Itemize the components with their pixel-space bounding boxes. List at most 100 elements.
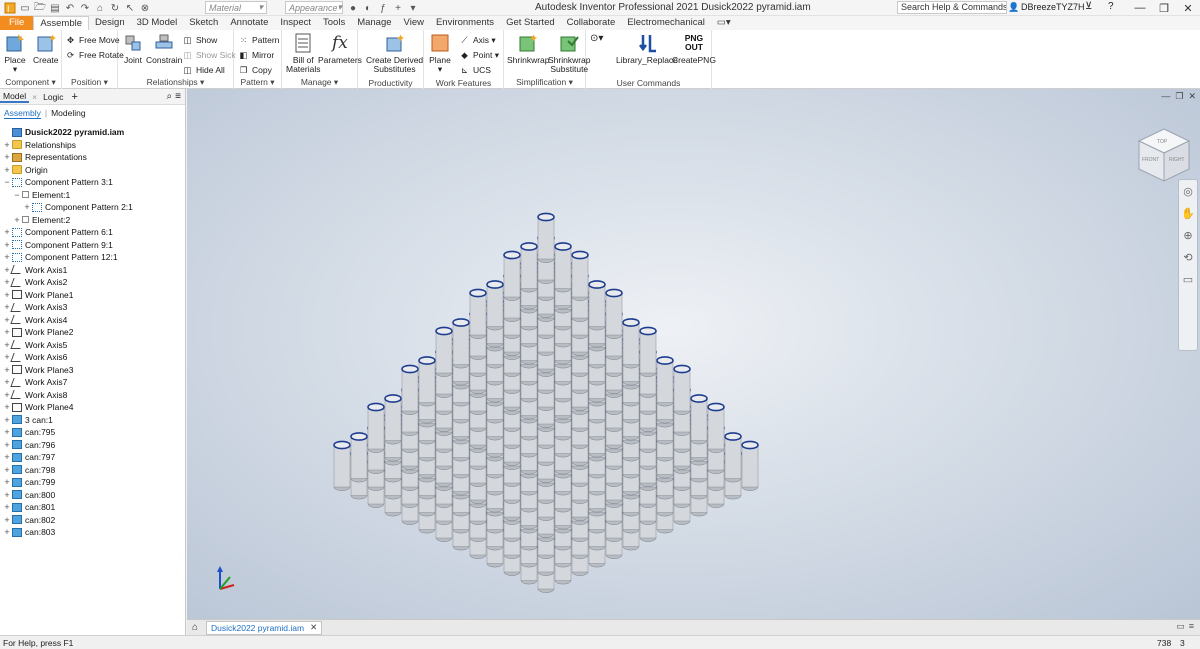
tab-electromechanical[interactable]: Electromechanical [621, 16, 711, 30]
bill-of-materials-button[interactable]: Bill of Materials [286, 32, 320, 74]
can-part[interactable] [571, 250, 589, 301]
tree-node[interactable]: + Work Axis6 [0, 351, 186, 364]
can-part[interactable] [520, 242, 538, 293]
tree-node[interactable]: + can:799 [0, 476, 186, 489]
expand-icon[interactable]: + [3, 415, 11, 425]
panel-title-relationships[interactable]: Relationships ▾ [118, 77, 233, 88]
tree-node[interactable]: + Work Axis7 [0, 376, 186, 389]
can-part[interactable] [622, 318, 640, 369]
tree-node[interactable]: + Work Axis4 [0, 314, 186, 327]
create-derived-substitutes-button[interactable]: ✦ Create Derived Substitutes [366, 32, 423, 74]
can-part[interactable] [350, 432, 368, 483]
tree-node[interactable]: + Work Plane3 [0, 364, 186, 377]
can-part[interactable] [707, 402, 725, 453]
tree-node[interactable]: + Origin [0, 164, 186, 177]
expand-icon[interactable]: + [3, 152, 11, 162]
tab-model[interactable]: Model [0, 91, 30, 103]
can-part[interactable] [673, 364, 691, 415]
show-button[interactable]: ◫ Show [182, 34, 217, 46]
show-sick-button[interactable]: ◫ Show Sick [182, 49, 235, 61]
create-png-button[interactable]: PNG OUT CreatePNG [672, 32, 716, 65]
place-button[interactable]: Place ▾ [4, 32, 26, 74]
panel-title-position[interactable]: Position ▾ [62, 77, 117, 88]
plus-icon[interactable]: + [391, 1, 405, 15]
expand-icon[interactable]: + [3, 402, 11, 412]
can-part[interactable] [537, 212, 555, 263]
expand-icon[interactable]: + [3, 290, 11, 300]
list-icon[interactable]: ≡ [1189, 621, 1194, 632]
graphics-viewport[interactable]: — ❐ ✕ TOP FRONT RIGHT ◎ ✋ ⊕ ⟲ ▭ [187, 89, 1200, 619]
pattern-button[interactable]: ⁙ Pattern [238, 34, 279, 46]
tree-node[interactable]: +3 can:1 [0, 414, 186, 427]
expand-icon[interactable]: + [3, 490, 11, 500]
expand-icon[interactable]: + [3, 227, 11, 237]
tree-node[interactable]: + Relationships [0, 139, 186, 152]
expand-icon[interactable]: + [3, 140, 11, 150]
cart-icon[interactable]: ⊻ [1085, 1, 1092, 12]
can-part[interactable] [418, 356, 436, 407]
tab-file[interactable]: File [0, 16, 34, 30]
tab-annotate[interactable]: Annotate [224, 16, 274, 30]
axis-button[interactable]: ⟋ Axis ▾ [459, 34, 496, 46]
tree-node[interactable]: + Work Axis2 [0, 276, 186, 289]
expand-icon[interactable]: + [3, 477, 11, 487]
search-icon[interactable]: ⌕ [167, 91, 173, 102]
tree-node[interactable]: + can:795 [0, 426, 186, 439]
save-icon[interactable]: ▤ [48, 1, 62, 15]
tree-node[interactable]: − Element:1 [0, 189, 186, 202]
tab-environments[interactable]: Environments [430, 16, 500, 30]
tree-node[interactable]: + Work Plane4 [0, 401, 186, 414]
expand-icon[interactable]: + [3, 327, 11, 337]
tab-assemble[interactable]: Assemble [33, 16, 90, 30]
appearance-combo[interactable]: Appearance ▾ [285, 1, 343, 14]
expand-icon[interactable]: + [3, 240, 11, 250]
shrinkwrap-substitute-button[interactable]: Shrinkwrap Substitute [548, 32, 591, 74]
fx-icon[interactable]: ƒ [376, 1, 390, 15]
zoom-icon[interactable]: ⊕ [1179, 224, 1197, 246]
undo-icon[interactable]: ↶ [63, 1, 77, 15]
create-button[interactable]: ✦ Create [33, 32, 59, 65]
material-combo[interactable]: Material ▾ [205, 1, 267, 14]
doc-tab[interactable]: Dusick2022 pyramid.iam ✕ [206, 620, 323, 635]
tab-manage[interactable]: Manage [351, 16, 397, 30]
panel-title-simplification[interactable]: Simplification ▾ [504, 77, 585, 88]
tree-node[interactable]: + can:801 [0, 501, 186, 514]
ribbon-options-icon[interactable]: ▭▾ [711, 16, 737, 30]
clear-appearance-icon[interactable]: ◐ [361, 1, 375, 15]
can-part[interactable] [639, 326, 657, 377]
copy-button[interactable]: ❐ Copy [238, 64, 272, 76]
panel-title-manage[interactable]: Manage ▾ [282, 77, 357, 88]
expand-icon[interactable]: + [3, 527, 11, 537]
can-part[interactable] [486, 280, 504, 331]
help-icon[interactable]: ? [1108, 1, 1114, 12]
can-part[interactable] [588, 280, 606, 331]
tree-node[interactable]: + can:798 [0, 464, 186, 477]
can-part[interactable] [656, 356, 674, 407]
expand-icon[interactable]: + [3, 440, 11, 450]
tile-icon[interactable]: ▭ [1176, 621, 1185, 632]
tree-node[interactable]: + can:797 [0, 451, 186, 464]
plane-button[interactable]: Plane ▾ [429, 32, 451, 74]
tab-logic[interactable]: Logic [40, 92, 66, 102]
can-part[interactable] [469, 288, 487, 339]
collapse-icon[interactable]: − [13, 190, 21, 200]
minimize-icon[interactable]: — [1128, 0, 1152, 16]
can-part[interactable] [367, 402, 385, 453]
tree-node[interactable]: + Work Axis3 [0, 301, 186, 314]
circle-dropdown-icon[interactable]: ⊙▾ [590, 33, 603, 44]
library-replace-button[interactable]: Library_Replace [616, 32, 678, 65]
close-icon[interactable]: ✕ [1176, 0, 1200, 16]
can-part[interactable] [401, 364, 419, 415]
expand-icon[interactable]: + [3, 427, 11, 437]
tab-modeling[interactable]: Modeling [51, 108, 86, 118]
expand-icon[interactable]: + [3, 165, 11, 175]
expand-icon[interactable]: + [3, 465, 11, 475]
tree-node[interactable]: + Component Pattern 9:1 [0, 239, 186, 252]
expand-icon[interactable]: + [3, 502, 11, 512]
expand-icon[interactable]: + [13, 215, 21, 225]
free-rotate-button[interactable]: ⟳ Free Rotate [65, 49, 124, 61]
search-input[interactable]: Search Help & Commands... [897, 1, 1007, 14]
viewcube-right-label[interactable]: RIGHT [1169, 157, 1185, 163]
redo-icon[interactable]: ↷ [78, 1, 92, 15]
mirror-button[interactable]: ◧ Mirror [238, 49, 274, 61]
